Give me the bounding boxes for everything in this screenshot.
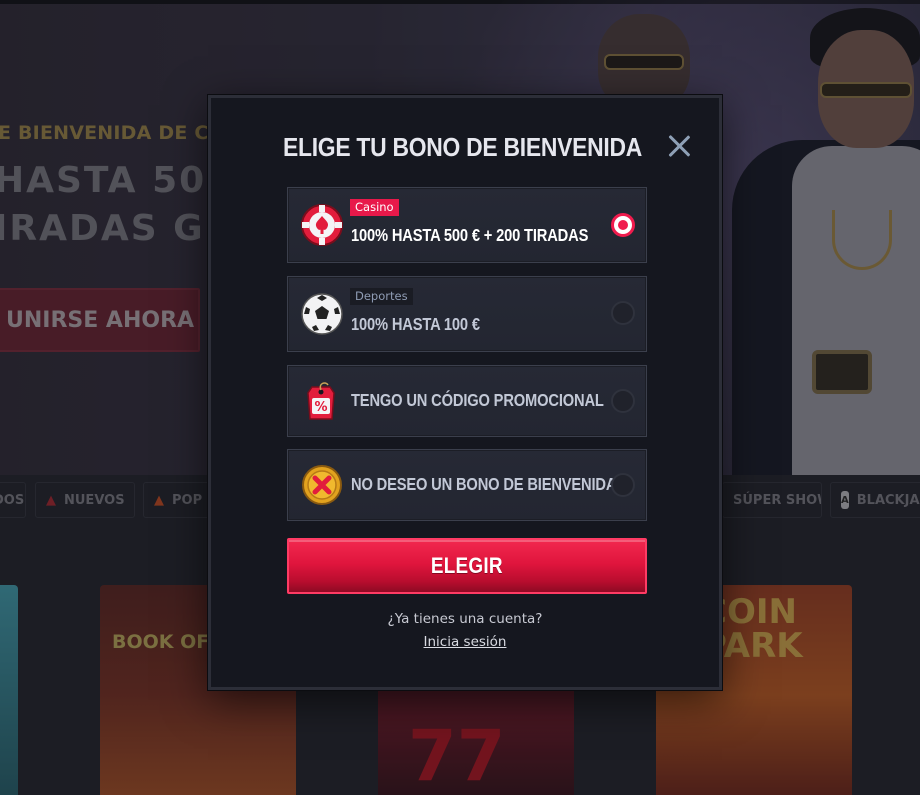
no-bonus-icon: [302, 465, 342, 505]
option-label: 100% HASTA 500 € + 200 TIRADAS: [351, 225, 589, 245]
option-tag: Deportes: [350, 288, 413, 305]
bonus-option-no-bonus[interactable]: NO DESEO UN BONO DE BIENVENIDA: [287, 449, 647, 521]
option-label: NO DESEO UN BONO DE BIENVENIDA: [351, 474, 617, 494]
radio-unselected[interactable]: [611, 473, 635, 497]
login-link-label[interactable]: Inicia sesión: [424, 634, 507, 650]
welcome-bonus-modal: ELIGE TU BONO DE BIENVENIDA Casino 100% …: [208, 95, 722, 690]
close-icon[interactable]: [667, 134, 691, 158]
soccer-ball-icon: [301, 293, 343, 335]
casino-chip-icon: [301, 204, 343, 246]
account-question: ¿Ya tienes una cuenta?: [387, 611, 543, 627]
promo-tag-icon: %: [307, 382, 335, 420]
bonus-option-sports[interactable]: Deportes 100% HASTA 100 €: [287, 276, 647, 352]
login-link[interactable]: Inicia sesión: [211, 634, 719, 650]
choose-button[interactable]: ELEGIR: [287, 538, 647, 594]
svg-text:%: %: [314, 400, 327, 415]
option-tag: Casino: [350, 199, 399, 216]
radio-unselected[interactable]: [611, 389, 635, 413]
option-label: TENGO UN CÓDIGO PROMOCIONAL: [351, 390, 604, 410]
choose-button-label: ELEGIR: [430, 553, 503, 578]
modal-title: ELIGE TU BONO DE BIENVENIDA: [283, 132, 642, 162]
option-label: 100% HASTA 100 €: [351, 314, 480, 334]
radio-unselected[interactable]: [611, 301, 635, 325]
radio-selected[interactable]: [611, 213, 635, 237]
bonus-option-promo-code[interactable]: % TENGO UN CÓDIGO PROMOCIONAL: [287, 365, 647, 437]
bonus-option-casino[interactable]: Casino 100% HASTA 500 € + 200 TIRADAS: [287, 187, 647, 263]
